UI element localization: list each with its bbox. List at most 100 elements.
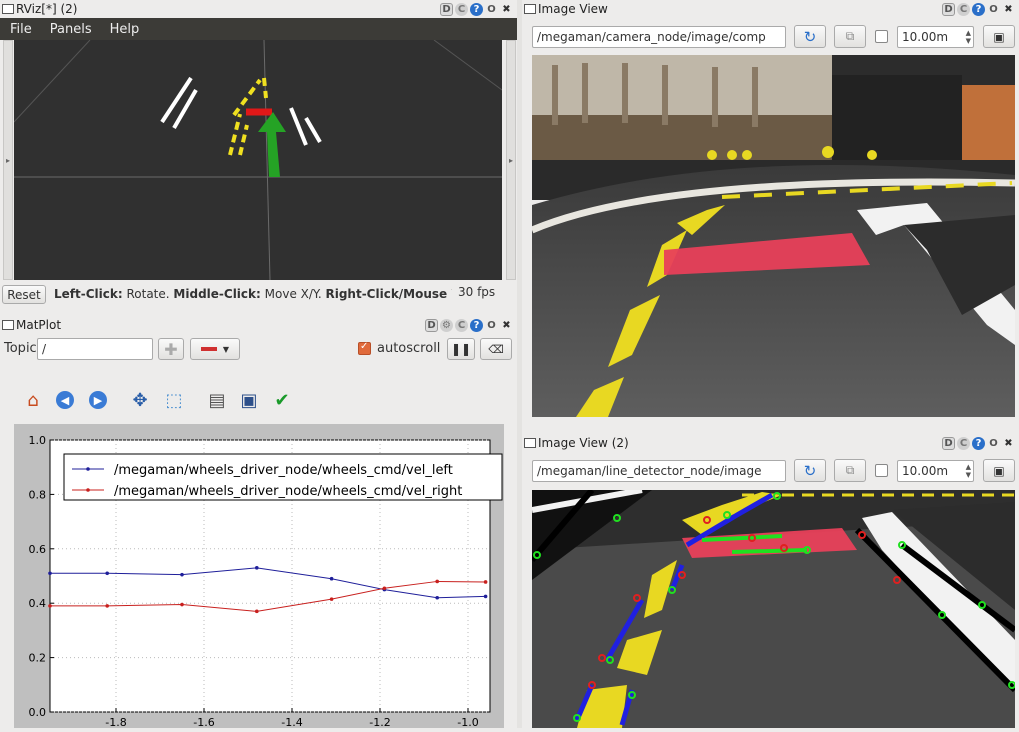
data-point — [483, 594, 488, 599]
x-tick-label: -1.2 — [369, 716, 390, 728]
data-point — [105, 571, 109, 576]
configure-icon[interactable]: ▤ — [206, 389, 228, 411]
status-middle-click-text: Move X/Y. — [264, 287, 322, 301]
dock-button[interactable]: D — [942, 2, 955, 16]
title-buttons: D ⚙ C ? O ✖ — [425, 316, 513, 334]
dock-button[interactable]: D — [440, 2, 453, 16]
y-tick-label: 1.0 — [29, 434, 47, 447]
rviz-3d-view[interactable] — [14, 40, 502, 280]
camera-image-graphic — [532, 55, 1015, 417]
image-view-1-save-button[interactable]: ▣ — [983, 25, 1015, 48]
line-chart[interactable]: 0.0 0.2 0.4 0.6 0.8 1.0 -1.8 -1.6 -1.4 -1.2 -1.0/m… — [14, 424, 504, 729]
menu-help[interactable]: Help — [110, 22, 140, 37]
help-button[interactable]: ? — [972, 436, 985, 450]
legend-marker-1 — [86, 488, 90, 492]
image-view-2-save-button[interactable]: ▣ — [983, 459, 1015, 482]
image-view-2-title: Image View (2) — [538, 436, 629, 450]
check-icon[interactable]: ✔ — [271, 389, 293, 411]
reset-button[interactable]: Reset — [2, 285, 46, 304]
topic-input[interactable]: / — [37, 338, 153, 360]
dock-button[interactable]: D — [425, 318, 438, 332]
title-buttons: D C ? O ✖ — [942, 434, 1015, 452]
data-point — [48, 604, 52, 608]
rviz-scene[interactable] — [14, 40, 502, 280]
legend-label-1: /megaman/wheels_driver_node/wheels_cmd/v… — [114, 484, 462, 499]
save-icon[interactable]: ▣ — [238, 389, 260, 411]
image-view-1-range: 10.00m — [902, 30, 949, 44]
rviz-title: RViz[*] (2) — [16, 2, 78, 16]
float-button[interactable]: O — [987, 3, 1000, 16]
image-view-1-checkbox[interactable] — [875, 30, 888, 43]
x-tick-label: -1.0 — [457, 716, 478, 728]
right-panel-handle[interactable]: ▸ — [506, 40, 516, 280]
zoom-icon[interactable]: ⬚ — [163, 389, 185, 411]
matplot-titlebar: MatPlot D ⚙ C ? O ✖ — [0, 316, 517, 334]
image-view-2-refresh-button[interactable]: ↻ — [794, 459, 826, 482]
image-view-2-checkbox[interactable] — [875, 464, 888, 477]
close-button[interactable]: ✖ — [500, 3, 513, 16]
data-point — [105, 604, 109, 608]
image-view-1-refresh-button[interactable]: ↻ — [794, 25, 826, 48]
reload-button[interactable]: C — [957, 2, 970, 16]
add-topic-button[interactable]: ✚ — [158, 338, 184, 360]
data-point — [180, 602, 184, 607]
spinner-arrows-icon: ▲ ▼ — [965, 463, 971, 479]
home-icon[interactable]: ⌂ — [22, 389, 44, 411]
data-point — [255, 609, 259, 614]
x-tick-label: -1.6 — [193, 716, 214, 728]
clear-button[interactable]: ⌫ — [480, 338, 512, 360]
remove-topic-button[interactable]: ▼ — [190, 338, 240, 360]
camera-image[interactable] — [532, 55, 1015, 417]
autoscroll-checkbox[interactable] — [358, 341, 371, 355]
reload-button[interactable]: C — [455, 2, 468, 16]
back-icon[interactable]: ◀ — [54, 389, 76, 411]
help-button[interactable]: ? — [470, 318, 483, 332]
y-tick-label: 0.8 — [29, 488, 47, 501]
image-view-2-zoom-button[interactable]: ⧉ — [834, 459, 866, 482]
close-button[interactable]: ✖ — [1002, 437, 1015, 450]
matplot-canvas[interactable]: 0.0 0.2 0.4 0.6 0.8 1.0 -1.8 -1.6 -1.4 -1.2 -1.0/m… — [14, 424, 504, 729]
image-view-1-range-spinbox[interactable]: 10.00m ▲ ▼ — [897, 26, 974, 48]
left-panel-handle[interactable]: ▸ — [3, 40, 13, 280]
image-view-1-topic: /megaman/camera_node/image/comp — [537, 30, 766, 44]
data-point — [435, 579, 440, 584]
menu-file[interactable]: File — [10, 22, 32, 37]
image-view-1-topic-select[interactable]: /megaman/camera_node/image/comp — [532, 26, 786, 48]
float-button[interactable]: O — [485, 319, 498, 332]
help-button[interactable]: ? — [972, 2, 985, 16]
line-detector-image[interactable] — [532, 490, 1015, 728]
data-point — [435, 595, 440, 600]
image-view-1-zoom-button[interactable]: ⧉ — [834, 25, 866, 48]
pause-button[interactable]: ❚❚ — [447, 338, 475, 360]
close-button[interactable]: ✖ — [500, 319, 513, 332]
yellow-line-markers — [228, 77, 268, 156]
data-point — [483, 580, 488, 584]
image-view-2-titlebar: Image View (2) D C ? O ✖ — [522, 434, 1019, 452]
vertical-splitter[interactable] — [517, 0, 522, 728]
dock-button[interactable]: D — [942, 436, 955, 450]
title-buttons: D C ? O ✖ — [440, 0, 513, 18]
status-left-click-text: Rotate. — [126, 287, 170, 301]
matplot-title: MatPlot — [16, 318, 62, 332]
close-button[interactable]: ✖ — [1002, 3, 1015, 16]
reload-button[interactable]: C — [455, 318, 468, 332]
window-icon — [2, 320, 14, 330]
help-button[interactable]: ? — [470, 2, 483, 16]
float-button[interactable]: O — [987, 437, 1000, 450]
status-right-click-label: Right-Click/Mouse W — [325, 287, 452, 301]
forward-icon[interactable]: ▶ — [87, 389, 109, 411]
y-tick-label: 0.6 — [29, 543, 47, 556]
image-view-2-range-spinbox[interactable]: 10.00m ▲ ▼ — [897, 460, 974, 482]
pan-icon[interactable]: ✥ — [129, 389, 151, 411]
data-point — [180, 572, 184, 577]
image-view-2-topic-select[interactable]: /megaman/line_detector_node/image — [532, 460, 786, 482]
menu-panels[interactable]: Panels — [50, 22, 92, 37]
reload-button[interactable]: C — [957, 436, 970, 450]
status-middle-click-label: Middle-Click: — [173, 287, 261, 301]
image-view-1-title: Image View — [538, 2, 608, 16]
data-point — [48, 571, 52, 576]
float-button[interactable]: O — [485, 3, 498, 16]
gear-icon[interactable]: ⚙ — [440, 318, 453, 332]
data-point — [382, 586, 387, 591]
autoscroll-label: autoscroll — [377, 341, 441, 356]
